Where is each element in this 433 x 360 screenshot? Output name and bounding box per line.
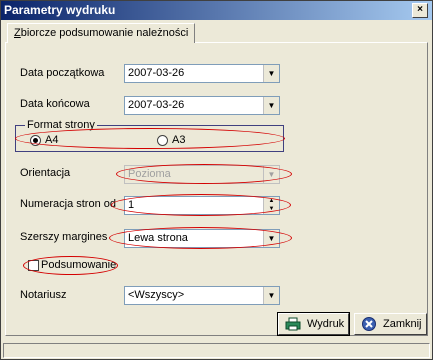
page-numbering-label: Numeracja stron od: [20, 198, 116, 210]
end-date-field[interactable]: 2007-03-26 ▼: [124, 96, 280, 115]
wider-margin-label: Szerszy margines: [20, 231, 108, 243]
chevron-down-icon[interactable]: ▼: [263, 65, 279, 82]
wider-margin-select[interactable]: Lewa strona ▼: [124, 229, 280, 248]
page-format-legend: Format strony: [25, 119, 97, 131]
page-numbering-value: 1: [128, 199, 135, 211]
end-date-value: 2007-03-26: [128, 99, 185, 111]
end-date-label: Data końcowa: [20, 98, 90, 110]
wider-margin-value: Lewa strona: [128, 232, 188, 244]
start-date-field[interactable]: 2007-03-26 ▼: [124, 64, 280, 83]
printer-icon: [285, 317, 301, 331]
chevron-down-icon[interactable]: ▼: [263, 287, 279, 304]
notary-value: <Wszyscy>: [128, 289, 185, 301]
orientation-value: Pozioma: [128, 168, 171, 180]
summary-label: Podsumowanie: [41, 259, 117, 271]
window-title: Parametry wydruku: [4, 3, 116, 17]
tab-label: biorcze podsumowanie należności: [20, 27, 189, 39]
summary-checkbox[interactable]: [28, 260, 39, 271]
cancel-icon: [362, 317, 376, 331]
title-bar: Parametry wydruku ×: [1, 1, 432, 20]
print-button[interactable]: Wydruk: [277, 312, 350, 336]
chevron-up-icon[interactable]: ▲: [264, 197, 279, 205]
chevron-down-icon[interactable]: ▼: [263, 97, 279, 114]
chevron-down-icon[interactable]: ▼: [264, 205, 279, 213]
print-parameters-dialog: Parametry wydruku × Zbiorcze podsumowani…: [0, 0, 433, 360]
chevron-down-icon[interactable]: ▼: [263, 166, 279, 183]
radio-a4-label: A4: [45, 134, 59, 146]
notary-label: Notariusz: [20, 289, 67, 301]
orientation-label: Orientacja: [20, 167, 71, 179]
orientation-select[interactable]: Pozioma ▼: [124, 165, 280, 184]
spin-buttons[interactable]: ▲ ▼: [263, 197, 279, 214]
start-date-value: 2007-03-26: [128, 67, 185, 79]
close-icon[interactable]: ×: [412, 3, 428, 18]
close-button[interactable]: Zamknij: [354, 313, 427, 335]
start-date-label: Data początkowa: [20, 67, 105, 79]
status-bar: [3, 343, 430, 358]
tab-summary[interactable]: Zbiorcze podsumowanie należności: [7, 23, 196, 43]
page-numbering-stepper[interactable]: 1 ▲ ▼: [124, 196, 280, 215]
chevron-down-icon[interactable]: ▼: [263, 230, 279, 247]
radio-a4[interactable]: [30, 135, 41, 146]
notary-select[interactable]: <Wszyscy> ▼: [124, 286, 280, 305]
close-button-label: Zamknij: [383, 318, 422, 330]
radio-a3-label: A3: [172, 134, 186, 146]
tab-mnemonic: Z: [14, 27, 21, 39]
print-button-label: Wydruk: [307, 318, 345, 330]
radio-a3[interactable]: [157, 135, 168, 146]
